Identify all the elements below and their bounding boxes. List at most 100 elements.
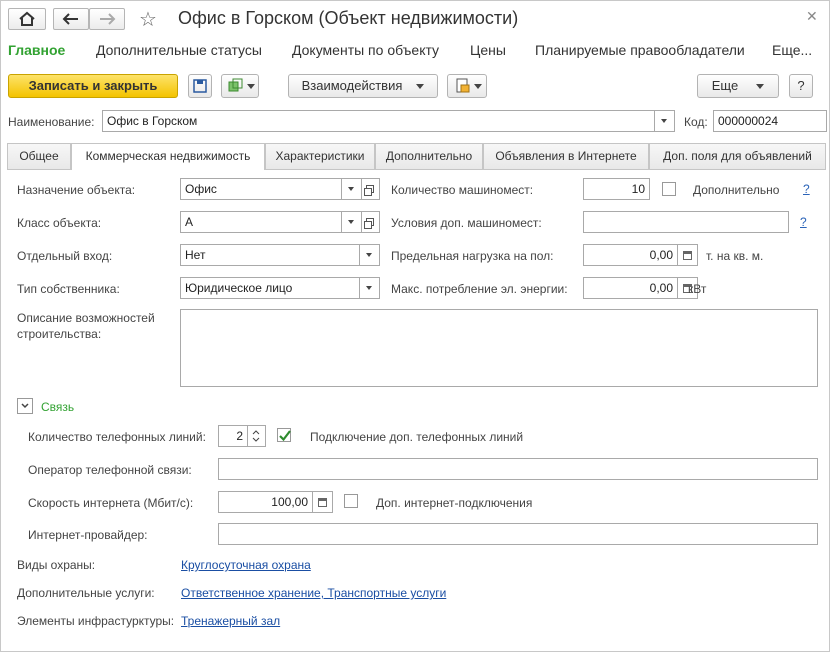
tab-general[interactable]: Общее <box>7 143 71 169</box>
open-form-icon <box>364 185 374 196</box>
back-button[interactable] <box>53 8 89 30</box>
parking-cond-help-link[interactable]: ? <box>800 215 807 229</box>
parking-input[interactable]: 10 <box>583 178 650 200</box>
connection-collapse-toggle[interactable] <box>17 398 33 414</box>
floppy-icon <box>193 79 207 93</box>
nav-item-more[interactable]: Еще... <box>772 42 812 58</box>
help-button[interactable]: ? <box>789 74 813 98</box>
load-calculator-button[interactable] <box>678 244 698 266</box>
code-input[interactable]: 000000024 <box>713 110 827 132</box>
nav-item-documents[interactable]: Документы по объекту <box>292 42 439 58</box>
more-label: Еще <box>711 78 739 93</box>
arrow-left-icon <box>62 13 78 25</box>
infrastructure-label: Элементы инфрастурктуры: <box>17 614 175 628</box>
purpose-open-button[interactable] <box>362 178 380 200</box>
name-choose-button[interactable] <box>655 110 675 132</box>
open-form-icon <box>364 218 374 229</box>
speed-calculator-button[interactable] <box>313 491 333 513</box>
class-open-button[interactable] <box>362 211 380 233</box>
phone-lines-input[interactable]: 2 <box>218 425 248 447</box>
chevron-down-icon <box>366 253 372 257</box>
services-link[interactable]: Ответственное хранение, Транспортные усл… <box>181 586 446 600</box>
name-label: Наименование: <box>8 115 95 129</box>
security-link[interactable]: Круглосуточная охрана <box>181 558 311 572</box>
print-icon <box>456 78 470 93</box>
chevron-down-icon <box>366 286 372 290</box>
entrance-select[interactable]: Нет <box>180 244 360 266</box>
purpose-label: Назначение объекта: <box>17 183 136 197</box>
owner-select[interactable]: Юридическое лицо <box>180 277 360 299</box>
tab-commercial[interactable]: Коммерческая недвижимость <box>71 143 265 170</box>
power-input[interactable]: 0,00 <box>583 277 678 299</box>
connection-group-title[interactable]: Связь <box>41 400 74 414</box>
phone-lines-label: Количество телефонных линий: <box>28 430 206 444</box>
close-icon[interactable]: ✕ <box>806 8 818 25</box>
infrastructure-link[interactable]: Тренажерный зал <box>181 614 280 628</box>
nav-item-prices[interactable]: Цены <box>470 42 506 58</box>
load-label: Предельная нагрузка на пол: <box>391 249 554 263</box>
power-label: Макс. потребление эл. энергии: <box>391 282 568 296</box>
parking-label: Количество машиномест: <box>391 183 534 197</box>
calculator-icon <box>318 498 327 507</box>
home-button[interactable] <box>8 8 46 30</box>
interactions-button[interactable]: Взаимодействия <box>288 74 438 98</box>
owner-dropdown[interactable] <box>360 277 380 299</box>
provider-input[interactable] <box>218 523 818 545</box>
home-icon <box>19 11 35 26</box>
nav-item-main[interactable]: Главное <box>8 42 65 58</box>
chevron-down-icon <box>21 403 29 409</box>
print-button[interactable] <box>447 74 487 98</box>
tab-ad-fields[interactable]: Доп. поля для объявлений <box>649 143 826 169</box>
description-textarea[interactable] <box>180 309 818 387</box>
tab-characteristics[interactable]: Характеристики <box>265 143 375 169</box>
more-button[interactable]: Еще <box>697 74 779 98</box>
purpose-input[interactable]: Офис <box>180 178 342 200</box>
extra-internet-checkbox[interactable] <box>344 494 358 508</box>
chevron-down-icon <box>474 84 482 90</box>
chevron-down-icon <box>348 187 354 191</box>
window-title: Офис в Горском (Объект недвижимости) <box>178 8 519 28</box>
save-close-button[interactable]: Записать и закрыть <box>8 74 178 98</box>
chevron-down-icon <box>348 220 354 224</box>
checkmark-icon <box>279 430 291 442</box>
calculator-icon <box>683 251 692 260</box>
class-input[interactable]: А <box>180 211 342 233</box>
entrance-label: Отдельный вход: <box>17 249 113 263</box>
class-label: Класс объекта: <box>17 216 102 230</box>
parking-extra-checkbox[interactable] <box>662 182 676 196</box>
nav-item-statuses[interactable]: Дополнительные статусы <box>96 42 262 58</box>
power-unit: кВт <box>688 282 707 296</box>
services-label: Дополнительные услуги: <box>17 586 155 600</box>
parking-cond-input[interactable] <box>583 211 789 233</box>
create-document-icon <box>228 78 243 92</box>
entrance-dropdown[interactable] <box>360 244 380 266</box>
parking-help-link[interactable]: ? <box>803 182 810 196</box>
class-dropdown[interactable] <box>342 211 362 233</box>
chevron-down-icon <box>416 84 425 90</box>
code-label: Код: <box>684 115 708 129</box>
name-input[interactable]: Офис в Горском <box>102 110 655 132</box>
owner-label: Тип собственника: <box>17 282 120 296</box>
operator-label: Оператор телефонной связи: <box>28 463 192 477</box>
provider-label: Интернет-провайдер: <box>28 528 148 542</box>
load-input[interactable]: 0,00 <box>583 244 678 266</box>
speed-label: Скорость интернета (Мбит/с): <box>28 496 194 510</box>
extra-phone-lines-checkbox[interactable] <box>277 428 291 442</box>
security-label: Виды охраны: <box>17 558 96 572</box>
nav-item-owners[interactable]: Планируемые правообладатели <box>535 42 745 58</box>
chevron-down-icon <box>247 84 255 90</box>
save-button[interactable] <box>188 74 212 98</box>
operator-input[interactable] <box>218 458 818 480</box>
purpose-dropdown[interactable] <box>342 178 362 200</box>
speed-input[interactable]: 100,00 <box>218 491 313 513</box>
create-based-on-button[interactable] <box>221 74 259 98</box>
load-unit: т. на кв. м. <box>706 249 764 263</box>
tab-additional[interactable]: Дополнительно <box>375 143 483 169</box>
interactions-label: Взаимодействия <box>301 78 403 93</box>
tab-internet-ads[interactable]: Объявления в Интернете <box>483 143 649 169</box>
forward-button[interactable] <box>89 8 125 30</box>
extra-internet-label: Доп. интернет-подключения <box>376 496 533 510</box>
phone-lines-stepper[interactable] <box>248 425 266 447</box>
favorite-star-icon[interactable]: ☆ <box>139 7 157 32</box>
chevron-down-icon <box>756 84 765 90</box>
